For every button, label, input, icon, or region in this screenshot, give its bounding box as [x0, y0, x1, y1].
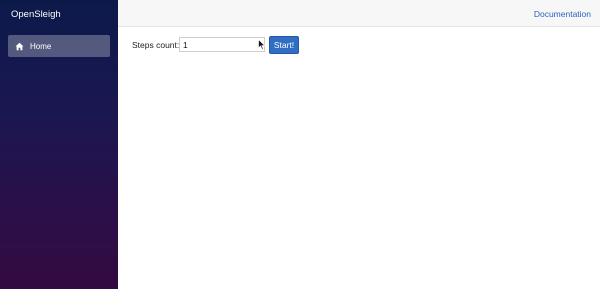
home-icon: [15, 42, 24, 51]
sidebar: OpenSleigh Home: [0, 0, 118, 289]
main-content: Steps count: Start!: [118, 27, 600, 289]
brand-title[interactable]: OpenSleigh: [11, 9, 61, 20]
mouse-cursor-icon: [258, 39, 266, 50]
top-bar: Documentation: [118, 0, 600, 27]
documentation-link[interactable]: Documentation: [534, 9, 591, 19]
steps-count-input[interactable]: [179, 37, 265, 52]
start-button[interactable]: Start!: [269, 36, 299, 54]
sidebar-item-label: Home: [30, 41, 52, 51]
sidebar-item-home[interactable]: Home: [8, 35, 110, 57]
steps-count-label: Steps count:: [132, 40, 180, 50]
